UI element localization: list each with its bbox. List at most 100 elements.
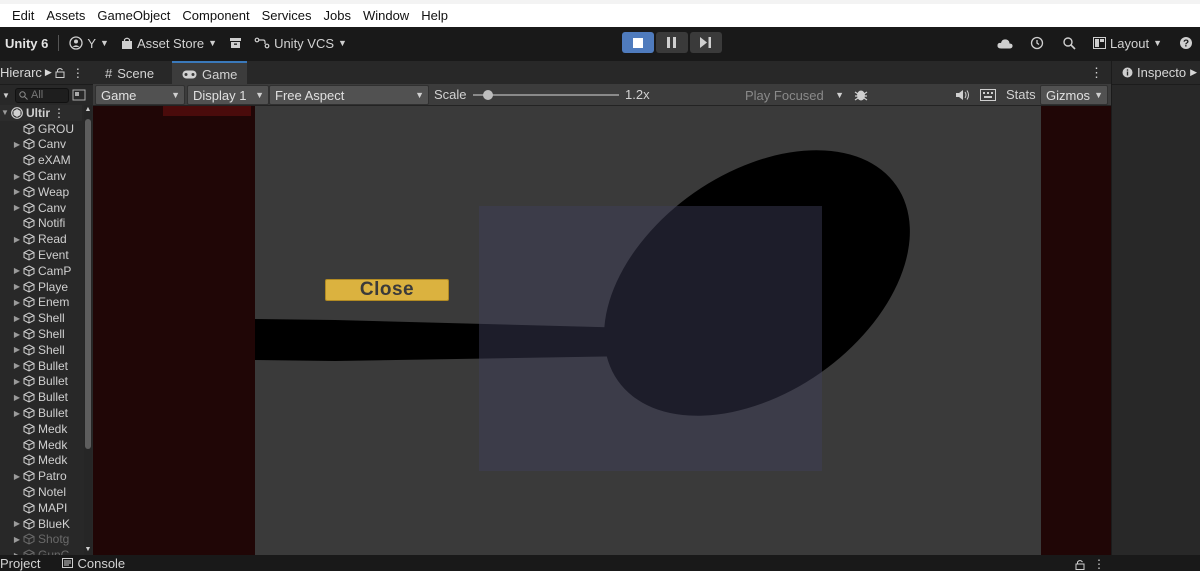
expand-arrow-icon[interactable]: ▶ <box>12 235 22 244</box>
hierarchy-item[interactable]: ▶ Read <box>0 231 82 247</box>
hierarchy-item[interactable]: ▶ Canv <box>0 137 82 153</box>
scale-slider[interactable] <box>473 94 619 96</box>
hierarchy-item[interactable]: ▶ Shell <box>0 310 82 326</box>
expand-arrow-icon[interactable]: ▶ <box>12 330 22 339</box>
expand-arrow-icon[interactable]: ▶ <box>12 187 22 196</box>
hierarchy-tab[interactable]: Hierarc ▶ ⋮ <box>0 61 93 85</box>
hierarchy-item[interactable]: ▶ Canv <box>0 168 82 184</box>
tab-game[interactable]: Game <box>172 61 248 85</box>
expand-arrow-icon[interactable]: ▶ <box>12 519 22 528</box>
hierarchy-item[interactable]: ▶ Shell <box>0 326 82 342</box>
stats-button[interactable]: Stats <box>1006 87 1036 102</box>
keyboard-icon[interactable] <box>980 89 996 101</box>
expand-arrow-icon[interactable]: ▶ <box>12 203 22 212</box>
aspect-dropdown[interactable]: Free Aspect ▼ <box>269 85 429 105</box>
cloud-button[interactable] <box>991 32 1019 54</box>
more-tabs-icon[interactable]: ▶ <box>1190 67 1197 78</box>
play-focused-dropdown[interactable]: Play Focused ▼ <box>739 85 849 105</box>
menu-services[interactable]: Services <box>256 5 318 27</box>
more-tabs-icon[interactable]: ▶ <box>45 67 52 78</box>
tab-console[interactable]: Console <box>62 555 125 571</box>
hierarchy-item[interactable]: Medk <box>0 437 82 453</box>
scale-slider-handle[interactable] <box>482 90 493 100</box>
kebab-menu-icon[interactable]: ⋮ <box>1090 65 1103 81</box>
hierarchy-item[interactable]: ▶ BlueK <box>0 516 82 532</box>
hierarchy-item[interactable]: ▶ Patro <box>0 468 82 484</box>
game-viewport[interactable]: Close <box>93 106 1111 555</box>
menu-assets[interactable]: Assets <box>40 5 91 27</box>
close-button[interactable]: Close <box>325 279 449 301</box>
gizmos-dropdown[interactable]: Gizmos ▼ <box>1040 85 1108 105</box>
expand-arrow-icon[interactable]: ▶ <box>12 377 22 386</box>
hierarchy-item[interactable]: ▶ Playe <box>0 279 82 295</box>
expand-arrow-icon[interactable]: ▶ <box>12 472 22 481</box>
hierarchy-item[interactable]: ▶ Canv <box>0 200 82 216</box>
hierarchy-item[interactable]: Notel <box>0 484 82 500</box>
speaker-icon[interactable] <box>955 89 970 101</box>
hierarchy-item[interactable]: ▶GunC <box>0 547 82 555</box>
kebab-menu-icon[interactable]: ⋮ <box>68 66 84 80</box>
hierarchy-root-scene[interactable]: ▼ Ultir ⋮ <box>0 105 82 121</box>
step-button[interactable] <box>690 32 722 53</box>
bug-icon[interactable] <box>854 87 868 102</box>
expand-arrow-icon[interactable]: ▶ <box>12 345 22 354</box>
pause-button[interactable] <box>656 32 688 53</box>
scroll-up-icon[interactable]: ▲ <box>84 105 92 115</box>
scroll-down-icon[interactable]: ▼ <box>84 545 92 555</box>
kebab-menu-icon[interactable]: ⋮ <box>50 106 65 120</box>
view-dropdown[interactable]: Game ▼ <box>95 85 185 105</box>
expand-arrow-icon[interactable]: ▶ <box>12 282 22 291</box>
kebab-menu-icon[interactable]: ⋮ <box>1093 557 1105 571</box>
hierarchy-item[interactable]: ▶ Bullet <box>0 358 82 374</box>
menu-component[interactable]: Component <box>176 5 255 27</box>
expand-arrow-icon[interactable]: ▶ <box>12 535 22 544</box>
hierarchy-item[interactable]: Medk <box>0 453 82 469</box>
expand-arrow-icon[interactable]: ▶ <box>12 361 22 370</box>
play-button[interactable] <box>622 32 654 53</box>
expand-arrow-icon[interactable]: ▶ <box>12 140 22 149</box>
search-button[interactable] <box>1055 32 1083 54</box>
hierarchy-item[interactable]: eXAM <box>0 152 82 168</box>
hierarchy-item[interactable]: GROU <box>0 121 82 137</box>
package-button[interactable] <box>223 32 248 54</box>
lock-icon[interactable] <box>1075 559 1085 570</box>
expand-arrow-icon[interactable]: ▶ <box>12 172 22 181</box>
expand-arrow-icon[interactable]: ▼ <box>0 108 10 117</box>
hierarchy-scrollbar[interactable]: ▲ ▼ <box>84 105 92 555</box>
tab-project[interactable]: Project <box>0 555 40 571</box>
asset-store-button[interactable]: Asset Store ▼ <box>115 32 223 54</box>
hierarchy-item[interactable]: ▶ Shell <box>0 342 82 358</box>
inspector-tab[interactable]: Inspecto ▶ <box>1112 61 1200 85</box>
layout-dropdown[interactable]: Layout ▼ <box>1087 32 1168 54</box>
unity-vcs-button[interactable]: Unity VCS ▼ <box>248 32 353 54</box>
hierarchy-search-input[interactable]: All <box>15 87 69 103</box>
menu-window[interactable]: Window <box>357 5 415 27</box>
expand-arrow-icon[interactable]: ▶ <box>12 266 22 275</box>
expand-arrow-icon[interactable]: ▶ <box>12 298 22 307</box>
hierarchy-item[interactable]: ▶ CamP <box>0 263 82 279</box>
hierarchy-item[interactable]: ▶ Bullet <box>0 374 82 390</box>
game-render[interactable]: Close <box>255 106 1041 555</box>
menu-help[interactable]: Help <box>415 5 454 27</box>
hierarchy-item[interactable]: ▶ Bullet <box>0 405 82 421</box>
account-dropdown[interactable]: Y ▼ <box>63 32 115 54</box>
history-button[interactable] <box>1023 32 1051 54</box>
hierarchy-item[interactable]: Notifi <box>0 216 82 232</box>
hierarchy-item[interactable]: Event <box>0 247 82 263</box>
hierarchy-item[interactable]: Medk <box>0 421 82 437</box>
menu-gameobject[interactable]: GameObject <box>91 5 176 27</box>
tab-scene[interactable]: # Scene <box>95 61 164 85</box>
expand-arrow-icon[interactable]: ▶ <box>12 393 22 402</box>
hierarchy-scroll-thumb[interactable] <box>85 119 91 449</box>
hierarchy-item[interactable]: ▶ Shotg <box>0 532 82 548</box>
expand-arrow-icon[interactable]: ▶ <box>12 409 22 418</box>
expand-arrow-icon[interactable]: ▶ <box>12 314 22 323</box>
lock-icon[interactable] <box>55 67 65 78</box>
add-dropdown-icon[interactable]: ▼ <box>2 91 12 100</box>
hierarchy-item[interactable]: ▶ Weap <box>0 184 82 200</box>
scene-visibility-icon[interactable] <box>72 89 86 101</box>
hierarchy-item[interactable]: ▶ Enem <box>0 295 82 311</box>
display-dropdown[interactable]: Display 1 ▼ <box>187 85 269 105</box>
menu-jobs[interactable]: Jobs <box>317 5 356 27</box>
help-button[interactable]: ? <box>1172 32 1200 54</box>
